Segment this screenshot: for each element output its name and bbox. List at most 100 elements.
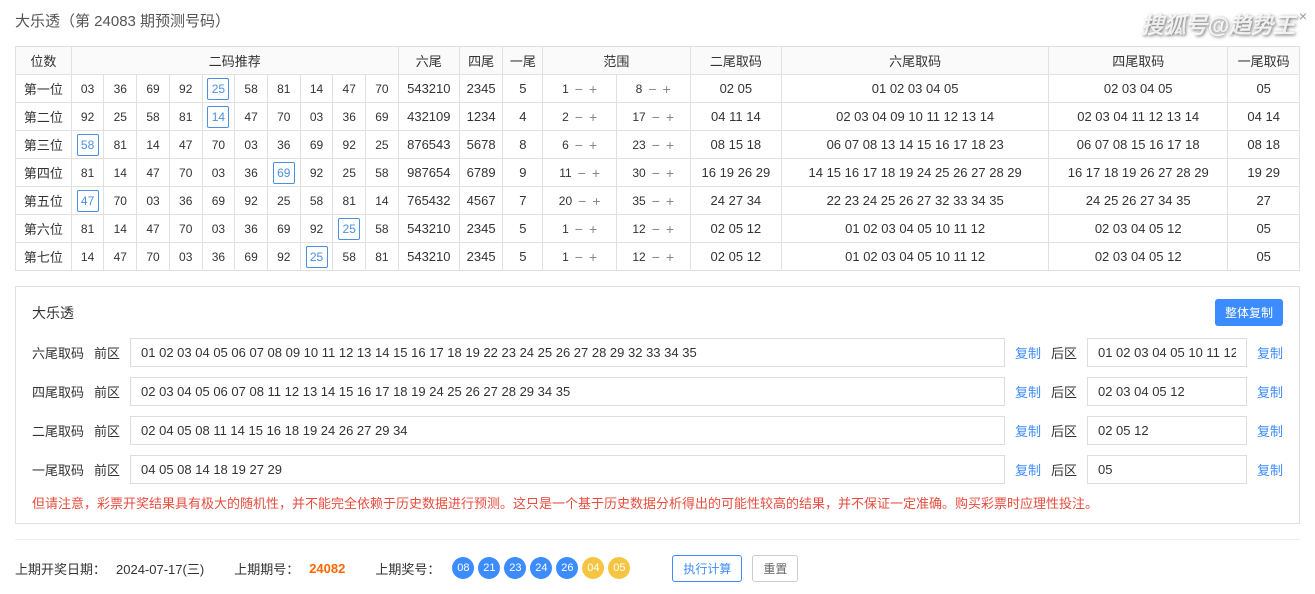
plus-icon[interactable]: +: [666, 109, 674, 125]
num-cell[interactable]: 03: [202, 159, 235, 187]
front-input[interactable]: [130, 377, 1005, 406]
plus-icon[interactable]: +: [592, 193, 600, 209]
num-cell[interactable]: 81: [104, 131, 137, 159]
back-input[interactable]: [1087, 338, 1247, 367]
num-cell[interactable]: 70: [169, 159, 202, 187]
num-cell[interactable]: 81: [366, 243, 399, 271]
num-cell[interactable]: 03: [235, 131, 268, 159]
num-cell[interactable]: 14: [366, 187, 399, 215]
num-cell[interactable]: 81: [71, 159, 104, 187]
plus-icon[interactable]: +: [592, 165, 600, 181]
num-cell[interactable]: 69: [137, 75, 170, 103]
back-input[interactable]: [1087, 455, 1247, 484]
num-cell[interactable]: 92: [267, 243, 300, 271]
num-cell[interactable]: 58: [71, 131, 104, 159]
num-cell[interactable]: 36: [104, 75, 137, 103]
num-cell[interactable]: 25: [202, 75, 235, 103]
num-cell[interactable]: 70: [104, 187, 137, 215]
minus-icon[interactable]: −: [648, 81, 656, 97]
minus-icon[interactable]: −: [652, 109, 660, 125]
copy-link[interactable]: 复制: [1015, 421, 1041, 440]
num-cell[interactable]: 25: [300, 243, 333, 271]
num-cell[interactable]: 25: [267, 187, 300, 215]
num-cell[interactable]: 14: [300, 75, 333, 103]
copy-link[interactable]: 复制: [1257, 343, 1283, 362]
num-cell[interactable]: 58: [137, 103, 170, 131]
minus-icon[interactable]: −: [575, 137, 583, 153]
num-cell[interactable]: 70: [169, 215, 202, 243]
plus-icon[interactable]: +: [666, 221, 674, 237]
num-cell[interactable]: 81: [333, 187, 366, 215]
copy-all-button[interactable]: 整体复制: [1215, 299, 1283, 326]
back-input[interactable]: [1087, 377, 1247, 406]
front-input[interactable]: [130, 455, 1005, 484]
plus-icon[interactable]: +: [589, 221, 597, 237]
minus-icon[interactable]: −: [652, 221, 660, 237]
num-cell[interactable]: 69: [300, 131, 333, 159]
num-cell[interactable]: 36: [333, 103, 366, 131]
copy-link[interactable]: 复制: [1015, 343, 1041, 362]
num-cell[interactable]: 36: [235, 159, 268, 187]
num-cell[interactable]: 25: [333, 215, 366, 243]
num-cell[interactable]: 69: [202, 187, 235, 215]
plus-icon[interactable]: +: [589, 137, 597, 153]
num-cell[interactable]: 58: [366, 159, 399, 187]
num-cell[interactable]: 92: [235, 187, 268, 215]
num-cell[interactable]: 81: [267, 75, 300, 103]
reset-button[interactable]: 重置: [752, 555, 798, 582]
num-cell[interactable]: 92: [300, 215, 333, 243]
num-cell[interactable]: 47: [169, 131, 202, 159]
num-cell[interactable]: 69: [267, 159, 300, 187]
copy-link[interactable]: 复制: [1257, 460, 1283, 479]
plus-icon[interactable]: +: [666, 249, 674, 265]
num-cell[interactable]: 14: [71, 243, 104, 271]
num-cell[interactable]: 92: [71, 103, 104, 131]
num-cell[interactable]: 36: [235, 215, 268, 243]
num-cell[interactable]: 25: [333, 159, 366, 187]
front-input[interactable]: [130, 416, 1005, 445]
num-cell[interactable]: 69: [366, 103, 399, 131]
num-cell[interactable]: 36: [202, 243, 235, 271]
num-cell[interactable]: 58: [333, 243, 366, 271]
num-cell[interactable]: 70: [366, 75, 399, 103]
minus-icon[interactable]: −: [575, 221, 583, 237]
num-cell[interactable]: 03: [169, 243, 202, 271]
num-cell[interactable]: 92: [169, 75, 202, 103]
num-cell[interactable]: 92: [300, 159, 333, 187]
minus-icon[interactable]: −: [652, 193, 660, 209]
num-cell[interactable]: 69: [235, 243, 268, 271]
minus-icon[interactable]: −: [575, 81, 583, 97]
plus-icon[interactable]: +: [663, 81, 671, 97]
num-cell[interactable]: 70: [267, 103, 300, 131]
minus-icon[interactable]: −: [652, 249, 660, 265]
num-cell[interactable]: 14: [202, 103, 235, 131]
num-cell[interactable]: 03: [300, 103, 333, 131]
num-cell[interactable]: 47: [137, 215, 170, 243]
front-input[interactable]: [130, 338, 1005, 367]
num-cell[interactable]: 47: [104, 243, 137, 271]
num-cell[interactable]: 14: [137, 131, 170, 159]
num-cell[interactable]: 03: [71, 75, 104, 103]
close-icon[interactable]: ×: [1299, 8, 1307, 24]
copy-link[interactable]: 复制: [1015, 460, 1041, 479]
num-cell[interactable]: 69: [267, 215, 300, 243]
num-cell[interactable]: 36: [169, 187, 202, 215]
copy-link[interactable]: 复制: [1015, 382, 1041, 401]
minus-icon[interactable]: −: [652, 165, 660, 181]
num-cell[interactable]: 14: [104, 215, 137, 243]
copy-link[interactable]: 复制: [1257, 382, 1283, 401]
num-cell[interactable]: 25: [104, 103, 137, 131]
minus-icon[interactable]: −: [652, 137, 660, 153]
plus-icon[interactable]: +: [589, 81, 597, 97]
back-input[interactable]: [1087, 416, 1247, 445]
num-cell[interactable]: 47: [71, 187, 104, 215]
minus-icon[interactable]: −: [578, 165, 586, 181]
minus-icon[interactable]: −: [575, 109, 583, 125]
num-cell[interactable]: 70: [137, 243, 170, 271]
num-cell[interactable]: 58: [235, 75, 268, 103]
plus-icon[interactable]: +: [666, 137, 674, 153]
num-cell[interactable]: 03: [202, 215, 235, 243]
num-cell[interactable]: 81: [71, 215, 104, 243]
num-cell[interactable]: 03: [137, 187, 170, 215]
plus-icon[interactable]: +: [666, 193, 674, 209]
